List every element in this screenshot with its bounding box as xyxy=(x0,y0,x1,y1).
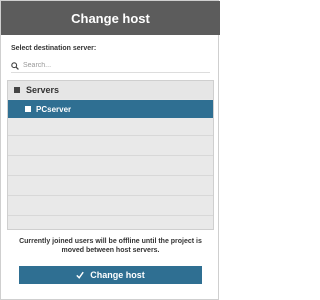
divider xyxy=(8,195,213,196)
search-box[interactable] xyxy=(11,59,210,73)
server-tree[interactable]: Servers PCserver xyxy=(7,80,214,230)
offline-warning-note: Currently joined users will be offline u… xyxy=(19,238,202,255)
change-host-button-label: Change host xyxy=(90,270,145,280)
tree-group-servers[interactable]: Servers xyxy=(8,81,213,99)
server-checkbox[interactable] xyxy=(25,106,31,112)
search-icon xyxy=(11,61,19,70)
dialog-title: Change host xyxy=(71,10,150,26)
divider xyxy=(8,155,213,156)
change-host-button[interactable]: Change host xyxy=(19,266,202,284)
divider xyxy=(8,175,213,176)
dialog-header: Change host xyxy=(1,1,220,35)
tree-item-label: PCserver xyxy=(36,104,72,114)
divider xyxy=(8,215,213,216)
tree-group-label: Servers xyxy=(26,85,60,95)
search-input[interactable] xyxy=(23,59,203,72)
change-host-dialog: Change host Select destination server: S… xyxy=(0,0,220,300)
check-icon xyxy=(76,271,85,279)
group-checkbox[interactable] xyxy=(14,87,20,93)
divider xyxy=(8,135,213,136)
tree-item-pcserver[interactable]: PCserver xyxy=(8,100,213,118)
select-destination-label: Select destination server: xyxy=(11,45,97,52)
